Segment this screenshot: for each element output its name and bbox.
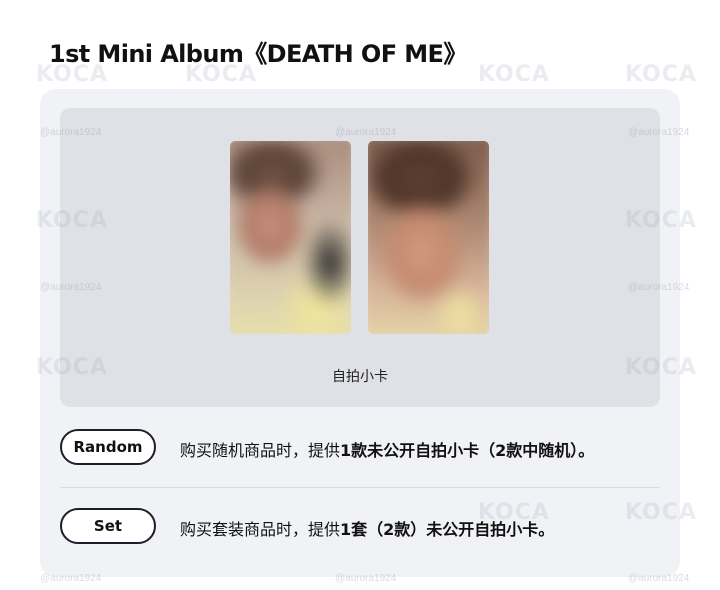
option-divider	[60, 487, 660, 488]
photocard-preview-panel: 自拍小卡	[60, 108, 660, 407]
watermark-logo: KOCA	[625, 62, 697, 87]
photocard-caption: 自拍小卡	[332, 369, 388, 385]
info-card: 自拍小卡 Random 购买随机商品时，提供1款未公开自拍小卡（2款中随机）。 …	[40, 89, 680, 577]
watermark-logo: KOCA	[478, 62, 550, 87]
photocard-image-left	[230, 141, 351, 334]
set-option-description: 购买套装商品时，提供1套（2款）未公开自拍小卡。	[180, 520, 555, 539]
photocard-image-right	[368, 141, 489, 334]
random-option-button[interactable]: Random	[60, 429, 156, 465]
random-option-description: 购买随机商品时，提供1款未公开自拍小卡（2款中随机）。	[180, 441, 595, 460]
set-option-button[interactable]: Set	[60, 508, 156, 544]
page-title: 1st Mini Album《DEATH OF ME》	[49, 40, 467, 68]
